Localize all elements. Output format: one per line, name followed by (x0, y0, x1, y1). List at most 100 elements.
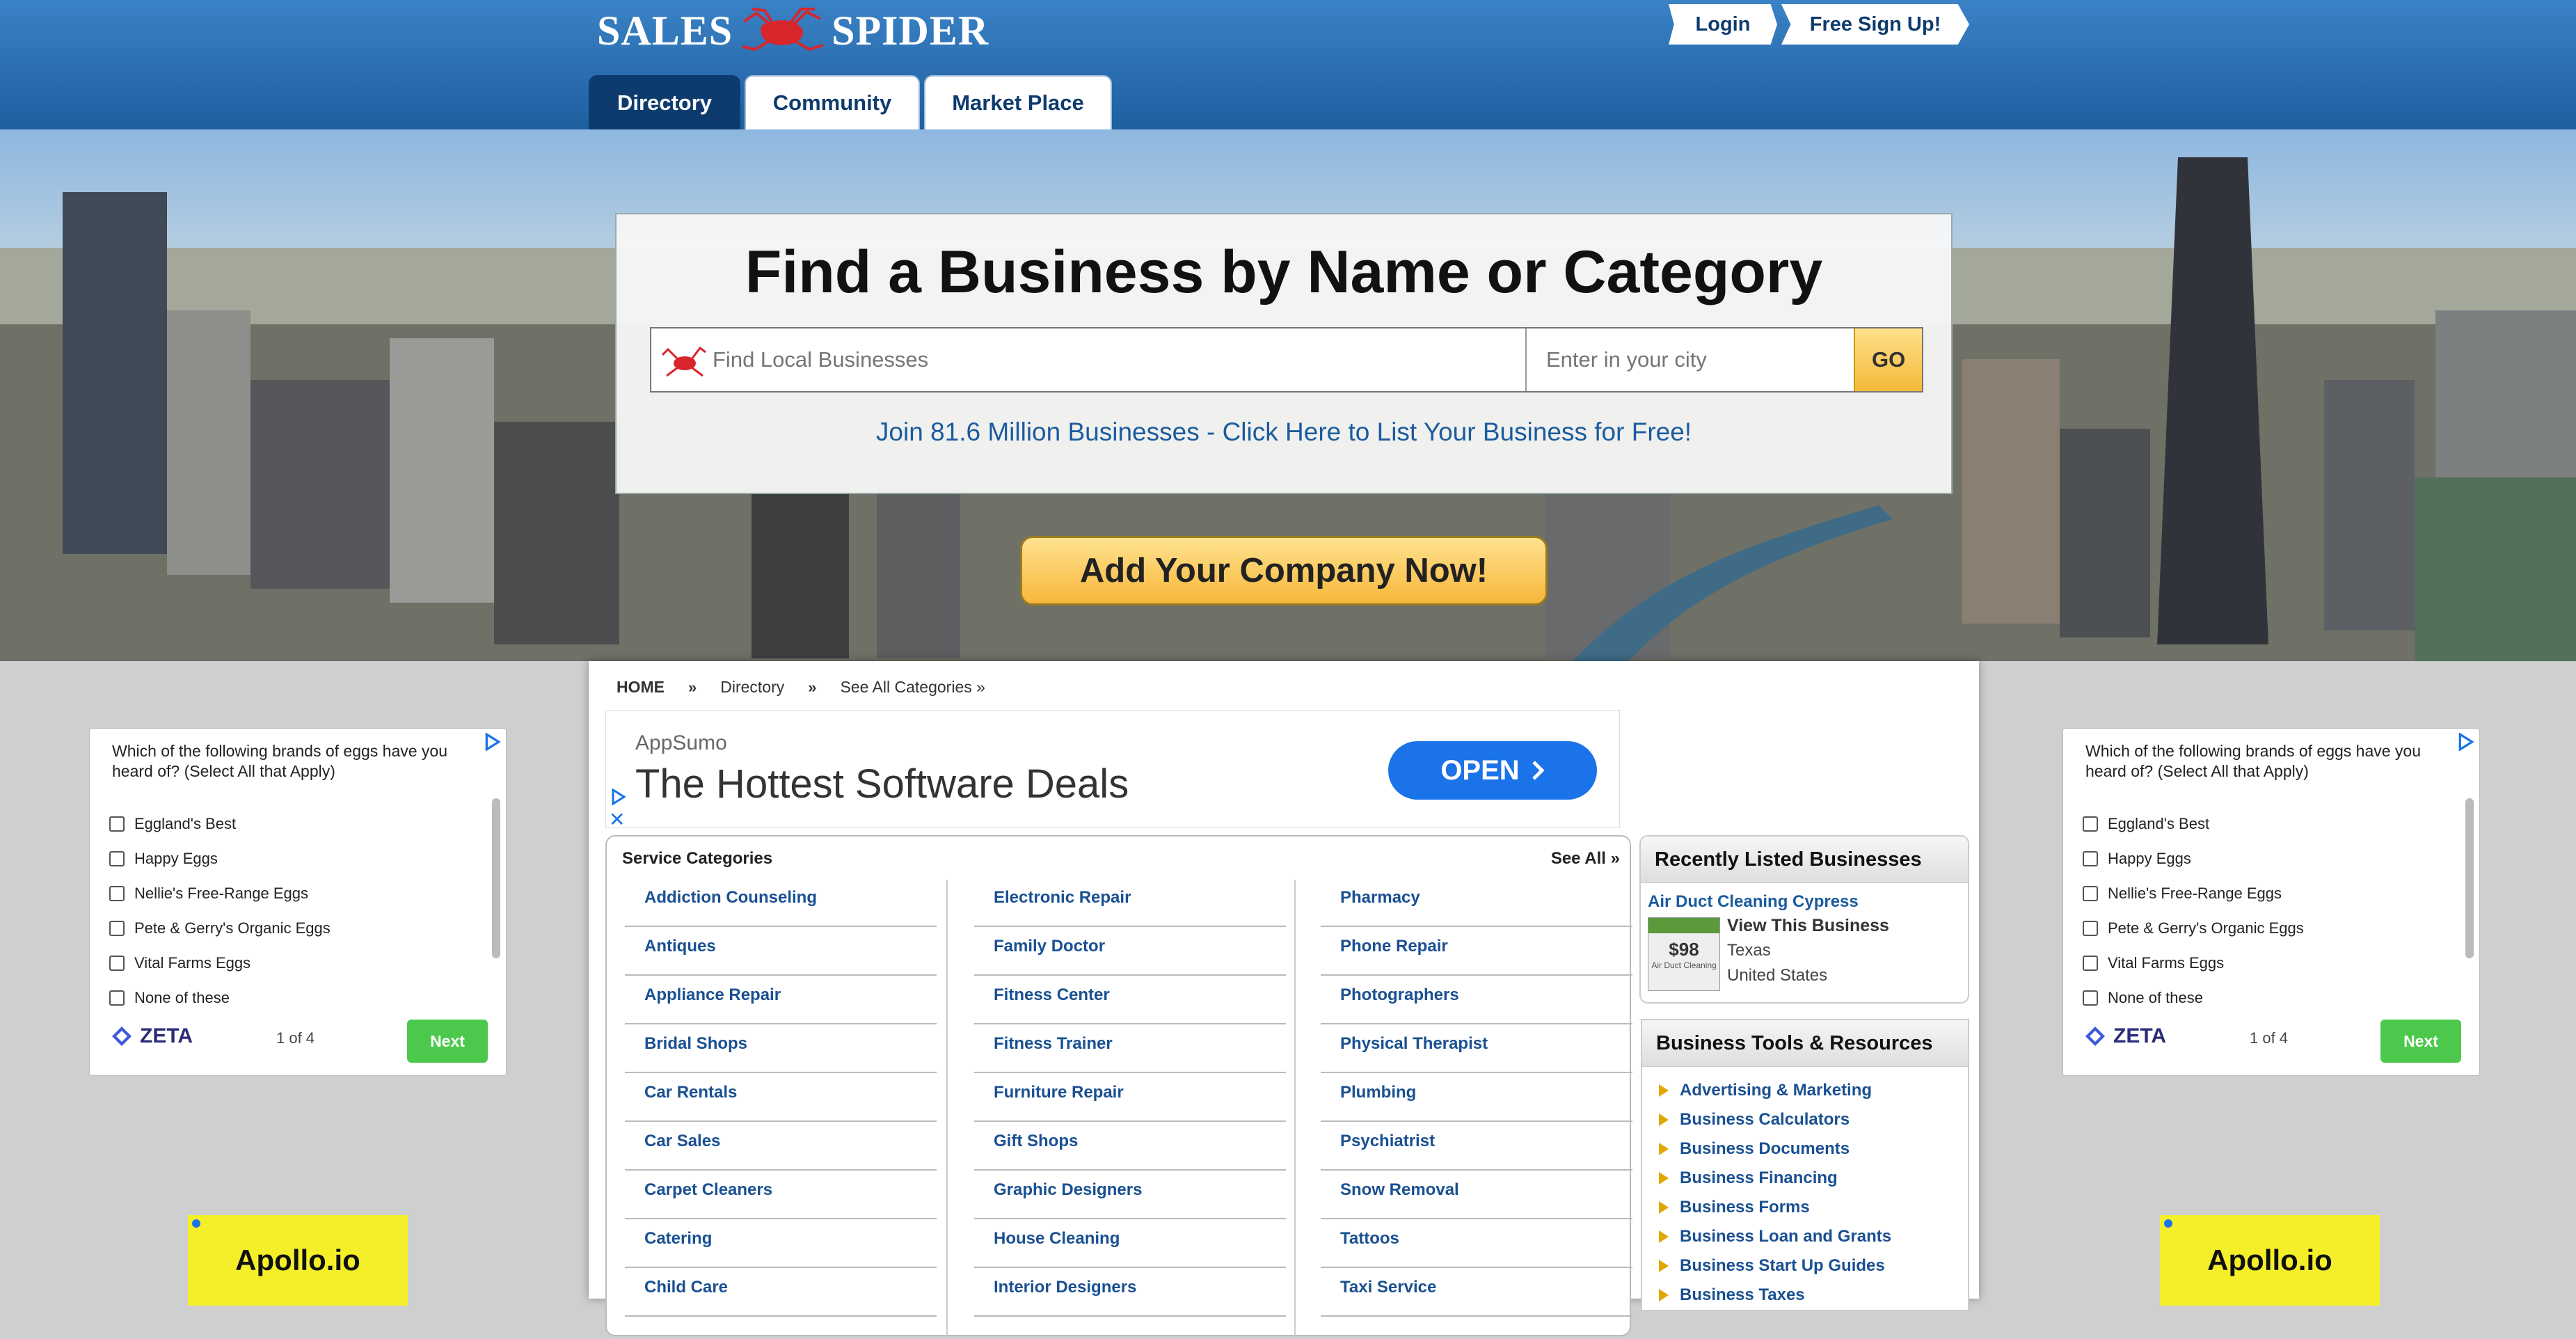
next-button[interactable]: Next (2380, 1020, 2461, 1063)
breadcrumb-directory[interactable]: Directory (720, 678, 784, 697)
ad-close-icon[interactable]: ✕ (609, 808, 625, 831)
checkbox[interactable] (2083, 886, 2098, 901)
arrow-right-icon (1659, 1230, 1669, 1243)
option-label: Eggland's Best (2108, 815, 2210, 832)
category-link[interactable]: Plumbing (1321, 1073, 1632, 1122)
category-link[interactable]: Taxi Service (1321, 1268, 1632, 1317)
survey-option[interactable]: None of these (2083, 981, 2304, 1015)
checkbox[interactable] (2083, 851, 2098, 866)
category-link[interactable]: Psychiatrist (1321, 1122, 1632, 1171)
tool-link[interactable]: Business Documents (1659, 1134, 1891, 1164)
checkbox[interactable] (2083, 990, 2098, 1006)
tool-label: Advertising & Marketing (1680, 1081, 1873, 1100)
category-link[interactable]: Car Rentals (625, 1073, 937, 1122)
tab-market-place[interactable]: Market Place (924, 75, 1112, 129)
add-company-button[interactable]: Add Your Company Now! (1020, 536, 1548, 605)
list-business-link[interactable]: Join 81.6 Million Businesses - Click Her… (617, 418, 1951, 447)
breadcrumb-home[interactable]: HOME (617, 678, 665, 697)
category-link[interactable]: House Cleaning (974, 1219, 1286, 1268)
tool-link[interactable]: Business Financing (1659, 1164, 1891, 1193)
tool-link[interactable]: Business Calculators (1659, 1105, 1891, 1134)
checkbox[interactable] (109, 956, 125, 971)
survey-option[interactable]: Nellie's Free-Range Eggs (109, 876, 331, 911)
checkbox[interactable] (109, 990, 125, 1006)
tool-link[interactable]: Business Loan and Grants (1659, 1222, 1891, 1251)
tool-link[interactable]: Business Start Up Guides (1659, 1251, 1891, 1281)
checkbox[interactable] (2083, 816, 2098, 832)
business-thumbnail[interactable]: $98 Air Duct Cleaning (1648, 917, 1720, 991)
site-logo[interactable]: SALES SPIDER (597, 3, 989, 58)
ad-choices-icon[interactable] (484, 733, 502, 751)
scrollbar[interactable] (492, 798, 500, 958)
view-business-link[interactable]: View This Business (1727, 916, 1889, 936)
survey-option[interactable]: Happy Eggs (109, 841, 331, 876)
category-link[interactable]: Interior Designers (974, 1268, 1286, 1317)
checkbox[interactable] (109, 851, 125, 866)
checkbox[interactable] (109, 886, 125, 901)
category-link[interactable]: Tattoos (1321, 1219, 1632, 1268)
survey-option[interactable]: Eggland's Best (109, 807, 331, 841)
tab-community[interactable]: Community (745, 75, 920, 129)
arrow-right-icon (1659, 1201, 1669, 1214)
apollo-ad-left[interactable]: Apollo.io (188, 1215, 408, 1306)
survey-options: Eggland's Best Happy Eggs Nellie's Free-… (2083, 807, 2304, 1015)
ad-choices-icon[interactable] (2457, 733, 2475, 751)
apollo-ad-right[interactable]: Apollo.io (2160, 1215, 2380, 1306)
category-link[interactable]: Furniture Repair (974, 1073, 1286, 1122)
see-all-link[interactable]: See All » (1551, 849, 1620, 869)
ad-headline[interactable]: The Hottest Software Deals (635, 761, 1129, 807)
scrollbar[interactable] (2465, 798, 2474, 958)
tool-label: Business Calculators (1680, 1110, 1850, 1129)
business-country: United States (1727, 966, 1828, 985)
category-link[interactable]: Snow Removal (1321, 1171, 1632, 1219)
survey-option[interactable]: Happy Eggs (2083, 841, 2304, 876)
tool-link[interactable]: Business Taxes (1659, 1281, 1891, 1310)
survey-option[interactable]: Vital Farms Eggs (109, 946, 331, 981)
go-button[interactable]: GO (1854, 328, 1922, 391)
category-link[interactable]: Phone Repair (1321, 927, 1632, 976)
ad-choices-icon[interactable] (610, 789, 627, 805)
category-link[interactable]: Appliance Repair (625, 976, 937, 1024)
category-link[interactable]: Pharmacy (1321, 878, 1632, 927)
login-button[interactable]: Login (1669, 4, 1777, 45)
recent-business-name[interactable]: Air Duct Cleaning Cypress (1648, 892, 1859, 912)
category-link[interactable]: Bridal Shops (625, 1024, 937, 1073)
category-link[interactable]: Car Sales (625, 1122, 937, 1171)
survey-option[interactable]: Nellie's Free-Range Eggs (2083, 876, 2304, 911)
survey-option[interactable]: None of these (109, 981, 331, 1015)
category-link[interactable]: Graphic Designers (974, 1171, 1286, 1219)
ad-open-button[interactable]: OPEN (1388, 741, 1597, 800)
business-search-input[interactable] (651, 328, 1527, 391)
category-link[interactable]: Addiction Counseling (625, 878, 937, 927)
tool-link[interactable]: Advertising & Marketing (1659, 1076, 1891, 1105)
category-link[interactable]: Child Care (625, 1268, 937, 1317)
checkbox[interactable] (109, 816, 125, 832)
tool-link[interactable]: Business Forms (1659, 1193, 1891, 1222)
survey-option[interactable]: Eggland's Best (2083, 807, 2304, 841)
category-link[interactable]: Photographers (1321, 976, 1632, 1024)
category-link[interactable]: Gift Shops (974, 1122, 1286, 1171)
ad-banner[interactable]: AppSumo The Hottest Software Deals OPEN … (605, 710, 1620, 831)
next-button[interactable]: Next (407, 1020, 488, 1063)
tab-directory[interactable]: Directory (589, 75, 740, 129)
category-link[interactable]: Catering (625, 1219, 937, 1268)
category-link[interactable]: Physical Therapist (1321, 1024, 1632, 1073)
checkbox[interactable] (2083, 921, 2098, 936)
free-signup-button[interactable]: Free Sign Up! (1781, 4, 1969, 45)
survey-option[interactable]: Vital Farms Eggs (2083, 946, 2304, 981)
category-link[interactable]: Fitness Trainer (974, 1024, 1286, 1073)
ad-open-label: OPEN (1440, 754, 1520, 786)
survey-option[interactable]: Pete & Gerry's Organic Eggs (109, 911, 331, 946)
apollo-logo-text: Apollo.io (235, 1244, 360, 1276)
category-link[interactable]: Electronic Repair (974, 878, 1286, 927)
category-link[interactable]: Carpet Cleaners (625, 1171, 937, 1219)
category-link[interactable]: Antiques (625, 927, 937, 976)
breadcrumb-see-all[interactable]: See All Categories » (841, 678, 985, 697)
survey-option[interactable]: Pete & Gerry's Organic Eggs (2083, 911, 2304, 946)
category-link[interactable]: Family Doctor (974, 927, 1286, 976)
checkbox[interactable] (109, 921, 125, 936)
category-link[interactable]: Fitness Center (974, 976, 1286, 1024)
city-input[interactable] (1527, 328, 1854, 391)
search-panel: Find a Business by Name or Category GO J… (615, 213, 1953, 494)
checkbox[interactable] (2083, 956, 2098, 971)
